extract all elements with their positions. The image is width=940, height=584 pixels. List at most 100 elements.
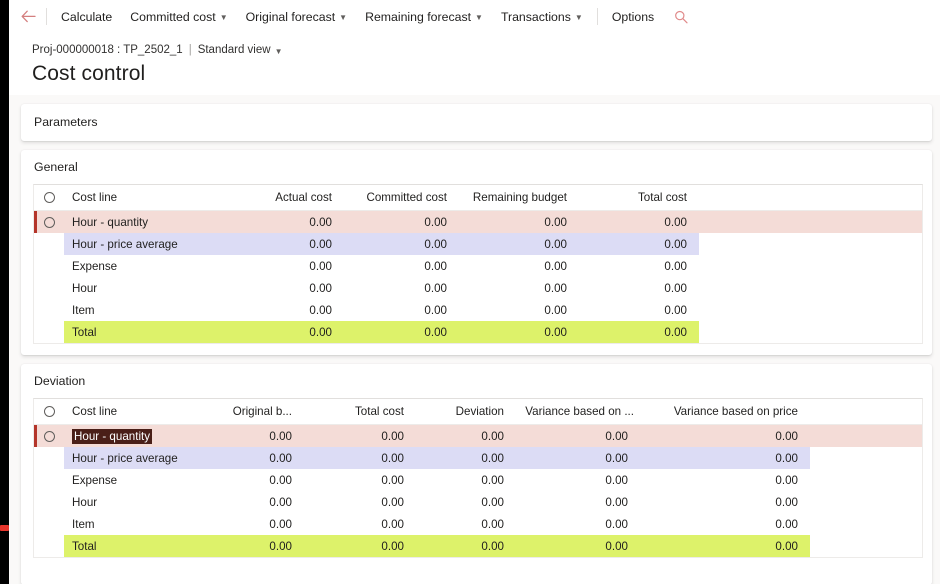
table-row[interactable]: Hour - price average 0.00 0.00 0.00 0.00 <box>34 233 922 255</box>
search-icon[interactable] <box>669 5 693 29</box>
deviation-cell-value[interactable]: 0.00 <box>640 447 810 469</box>
table-row[interactable]: Expense 0.00 0.00 0.00 0.00 <box>34 255 922 277</box>
deviation-cell-value[interactable]: 0.00 <box>204 424 304 447</box>
deviation-row-select-cell[interactable] <box>34 424 64 447</box>
deviation-cell-value[interactable]: 0.00 <box>516 513 640 535</box>
general-row-select-cell[interactable] <box>34 210 64 233</box>
deviation-row-select-cell[interactable] <box>34 491 64 513</box>
select-all-radio-icon[interactable] <box>43 192 55 204</box>
general-cell-value[interactable]: 0.00 <box>214 277 344 299</box>
command-calculate[interactable]: Calculate <box>52 6 121 28</box>
row-select-radio-icon[interactable] <box>43 430 55 442</box>
general-cell-cost-line[interactable]: Expense <box>64 255 214 277</box>
command-options[interactable]: Options <box>603 6 663 28</box>
general-cell-value[interactable]: 0.00 <box>344 210 459 233</box>
general-cell-value[interactable]: 0.00 <box>579 233 699 255</box>
deviation-cell-value[interactable]: 0.00 <box>416 513 516 535</box>
table-row[interactable]: Total 0.00 0.00 0.00 0.00 <box>34 321 922 343</box>
deviation-cell-value[interactable]: 0.00 <box>516 424 640 447</box>
general-row-select-cell[interactable] <box>34 299 64 321</box>
deviation-col-variance-based-on[interactable]: Variance based on ... <box>516 399 640 425</box>
deviation-cell-value[interactable]: 0.00 <box>304 491 416 513</box>
general-row-select-cell[interactable] <box>34 255 64 277</box>
general-row-select-cell[interactable] <box>34 233 64 255</box>
deviation-cell-value[interactable]: 0.00 <box>640 469 810 491</box>
general-cell-value[interactable]: 0.00 <box>214 321 344 343</box>
general-row-select-cell[interactable] <box>34 321 64 343</box>
deviation-cell-value[interactable]: 0.00 <box>204 535 304 557</box>
deviation-cell-value[interactable]: 0.00 <box>416 491 516 513</box>
deviation-cell-cost-line[interactable]: Hour - price average <box>64 447 204 469</box>
deviation-col-deviation[interactable]: Deviation <box>416 399 516 425</box>
deviation-cell-value[interactable]: 0.00 <box>516 535 640 557</box>
general-cell-value[interactable]: 0.00 <box>214 210 344 233</box>
general-cell-value[interactable]: 0.00 <box>579 299 699 321</box>
deviation-cell-value[interactable]: 0.00 <box>204 513 304 535</box>
deviation-cell-value[interactable]: 0.00 <box>204 491 304 513</box>
command-transactions[interactable]: Transactions ▼ <box>492 6 592 28</box>
general-cell-value[interactable]: 0.00 <box>214 299 344 321</box>
general-cell-value[interactable]: 0.00 <box>579 210 699 233</box>
general-select-all-cell[interactable] <box>34 185 64 211</box>
deviation-cell-cost-line[interactable]: Hour <box>64 491 204 513</box>
general-cell-value[interactable]: 0.00 <box>344 321 459 343</box>
general-cell-value[interactable]: 0.00 <box>579 277 699 299</box>
general-cell-value[interactable]: 0.00 <box>579 255 699 277</box>
deviation-cell-cost-line[interactable]: Expense <box>64 469 204 491</box>
general-cell-cost-line[interactable]: Hour <box>64 277 214 299</box>
deviation-cell-value[interactable]: 0.00 <box>304 469 416 491</box>
deviation-cell-cost-line[interactable]: Item <box>64 513 204 535</box>
table-row[interactable]: Item 0.00 0.00 0.00 0.00 0.00 <box>34 513 922 535</box>
general-col-committed-cost[interactable]: Committed cost <box>344 185 459 211</box>
table-row[interactable]: Hour - quantity 0.00 0.00 0.00 0.00 <box>34 210 922 233</box>
panel-parameters[interactable]: Parameters <box>21 104 932 141</box>
deviation-row-select-cell[interactable] <box>34 469 64 491</box>
general-cell-value[interactable]: 0.00 <box>214 233 344 255</box>
deviation-cell-value[interactable]: 0.00 <box>416 535 516 557</box>
deviation-col-variance-based-on-price[interactable]: Variance based on price <box>640 399 810 425</box>
deviation-cell-value[interactable]: 0.00 <box>304 424 416 447</box>
general-cell-cost-line[interactable]: Item <box>64 299 214 321</box>
deviation-select-all-cell[interactable] <box>34 399 64 425</box>
deviation-cell-value[interactable]: 0.00 <box>640 513 810 535</box>
deviation-cell-value[interactable]: 0.00 <box>640 424 810 447</box>
deviation-cell-value[interactable]: 0.00 <box>516 491 640 513</box>
deviation-cell-value[interactable]: 0.00 <box>304 447 416 469</box>
select-all-radio-icon[interactable] <box>43 406 55 418</box>
back-arrow-icon[interactable] <box>15 4 41 30</box>
general-cell-value[interactable]: 0.00 <box>214 255 344 277</box>
command-committed-cost[interactable]: Committed cost ▼ <box>121 6 236 28</box>
deviation-col-cost-line[interactable]: Cost line <box>64 399 204 425</box>
general-cell-value[interactable]: 0.00 <box>579 321 699 343</box>
general-cell-value[interactable]: 0.00 <box>459 299 579 321</box>
table-row[interactable]: Total 0.00 0.00 0.00 0.00 0.00 <box>34 535 922 557</box>
general-col-total-cost[interactable]: Total cost <box>579 185 699 211</box>
deviation-cell-value[interactable]: 0.00 <box>304 513 416 535</box>
general-cell-value[interactable]: 0.00 <box>459 233 579 255</box>
general-col-cost-line[interactable]: Cost line <box>64 185 214 211</box>
deviation-cell-value[interactable]: 0.00 <box>516 469 640 491</box>
general-cell-cost-line[interactable]: Total <box>64 321 214 343</box>
general-cell-value[interactable]: 0.00 <box>344 277 459 299</box>
table-row[interactable]: Hour 0.00 0.00 0.00 0.00 0.00 <box>34 491 922 513</box>
general-col-remaining-budget[interactable]: Remaining budget <box>459 185 579 211</box>
command-original-forecast[interactable]: Original forecast ▼ <box>237 6 356 28</box>
deviation-col-original-budget[interactable]: Original b... <box>204 399 304 425</box>
deviation-cell-value[interactable]: 0.00 <box>304 535 416 557</box>
deviation-cell-value[interactable]: 0.00 <box>416 424 516 447</box>
breadcrumb-record[interactable]: Proj-000000018 : TP_2502_1 <box>32 43 183 58</box>
general-cell-value[interactable]: 0.00 <box>344 255 459 277</box>
table-row[interactable]: Hour - quantity 0.00 0.00 0.00 0.00 0.00 <box>34 424 922 447</box>
deviation-cell-value[interactable]: 0.00 <box>640 491 810 513</box>
general-cell-value[interactable]: 0.00 <box>459 210 579 233</box>
deviation-row-select-cell[interactable] <box>34 447 64 469</box>
command-remaining-forecast[interactable]: Remaining forecast ▼ <box>356 6 492 28</box>
general-cell-value[interactable]: 0.00 <box>459 321 579 343</box>
deviation-cell-value[interactable]: 0.00 <box>640 535 810 557</box>
general-row-select-cell[interactable] <box>34 277 64 299</box>
row-select-radio-icon[interactable] <box>43 216 55 228</box>
chevron-down-icon[interactable]: ▼ <box>275 44 283 59</box>
deviation-cell-value[interactable]: 0.00 <box>516 447 640 469</box>
deviation-cell-value[interactable]: 0.00 <box>416 469 516 491</box>
table-row[interactable]: Hour - price average 0.00 0.00 0.00 0.00 0.00 <box>34 447 922 469</box>
